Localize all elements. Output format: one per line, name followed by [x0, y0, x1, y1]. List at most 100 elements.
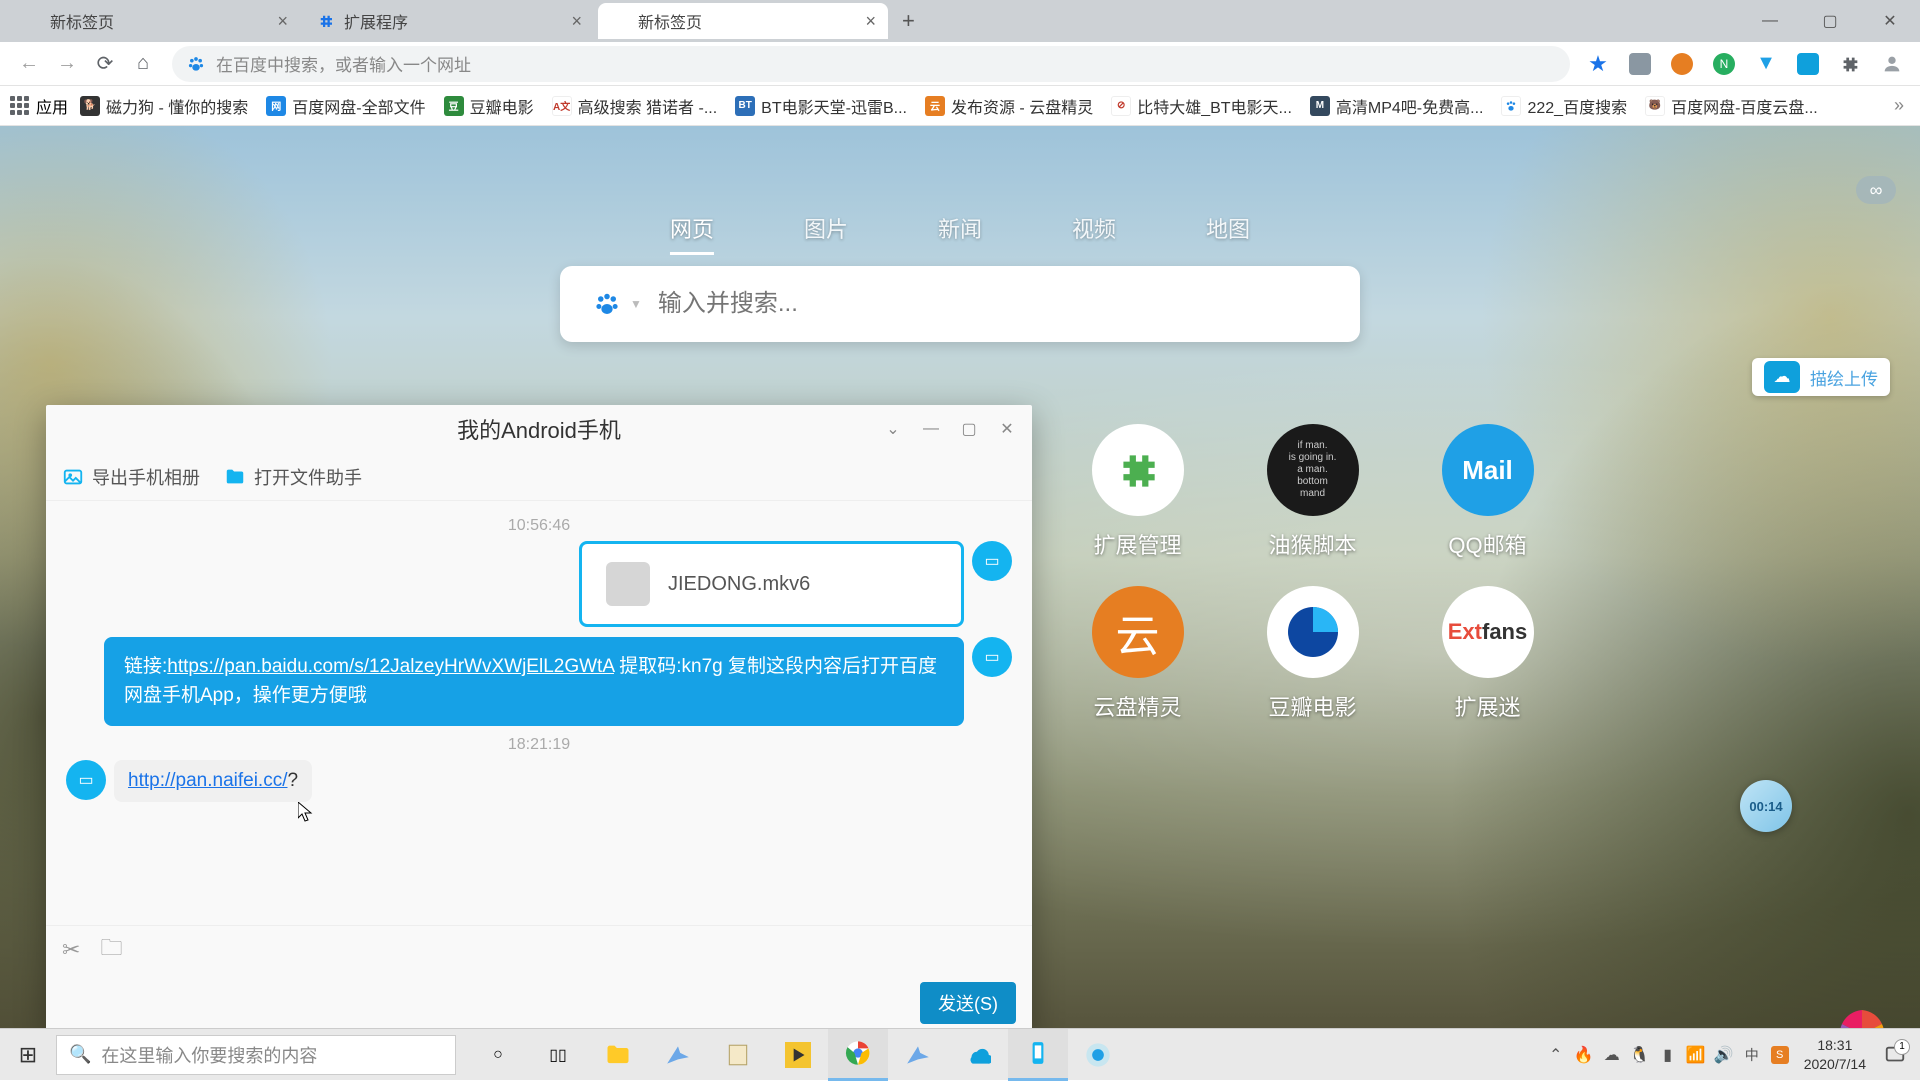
phone-window-titlebar[interactable]: 我的Android手机 ⌄ — ▢ ✕ — [46, 405, 1032, 453]
bookmark-item[interactable]: 网百度网盘-全部文件 — [266, 94, 425, 118]
shortcut-label: QQ邮箱 — [1448, 528, 1526, 560]
extension-icon-2[interactable] — [1664, 46, 1700, 82]
shortcut-extension-mgmt[interactable]: 扩展管理 — [1050, 424, 1225, 586]
recording-timer-badge[interactable]: 00:14 — [1740, 780, 1792, 832]
shortcut-tampermonkey[interactable]: if man.is going in.a man.bottommand 油猴脚本 — [1225, 424, 1400, 586]
bookmark-item[interactable]: 云发布资源 - 云盘精灵 — [925, 94, 1093, 118]
text-message-bubble[interactable]: http://pan.naifei.cc/? — [114, 760, 312, 802]
taskbar-app-phone[interactable] — [1008, 1029, 1068, 1081]
shortcut-qqmail[interactable]: Mail QQ邮箱 — [1400, 424, 1575, 586]
scissors-icon[interactable]: ✂ — [62, 937, 80, 963]
tray-clock[interactable]: 18:31 2020/7/14 — [1794, 1036, 1876, 1072]
close-button[interactable]: ✕ — [1860, 0, 1920, 42]
export-photos-button[interactable]: 导出手机相册 — [62, 464, 200, 490]
minimize-button[interactable]: — — [1740, 0, 1800, 42]
taskbar-app-notepad[interactable] — [708, 1029, 768, 1081]
search-tab-map[interactable]: 地图 — [1206, 212, 1250, 255]
taskbar-app-potplayer[interactable] — [768, 1029, 828, 1081]
taskbar-search[interactable]: 🔍 在这里输入你要搜索的内容 — [56, 1035, 456, 1075]
taskbar-app-baidupan[interactable] — [948, 1029, 1008, 1081]
shortcut-icon — [1092, 424, 1184, 516]
task-view-icon[interactable]: ▯▯ — [528, 1029, 588, 1081]
bookmark-item[interactable]: A文高级搜索 猎诺者 -... — [552, 94, 718, 118]
search-tab-images[interactable]: 图片 — [804, 212, 848, 255]
reload-button[interactable]: ⟳ — [86, 45, 124, 83]
tray-chevron-up-icon[interactable]: ⌃ — [1542, 1029, 1570, 1081]
bookmark-item[interactable]: M高清MP4吧-免费高... — [1310, 94, 1484, 118]
shortcut-yunpan[interactable]: 云 云盘精灵 — [1050, 586, 1225, 748]
browser-tab-0[interactable]: 新标签页 × — [10, 3, 300, 39]
search-tab-video[interactable]: 视频 — [1072, 212, 1116, 255]
maximize-button[interactable]: ▢ — [1800, 0, 1860, 42]
msg-link[interactable]: https://pan.baidu.com/s/12JalzeyHrWvXWjE… — [167, 656, 614, 677]
phone-window-toolbar: 导出手机相册 打开文件助手 — [46, 453, 1032, 501]
bookmark-item[interactable]: 🐻百度网盘-百度云盘... — [1645, 94, 1818, 118]
omnibox-placeholder: 在百度中搜索，或者输入一个网址 — [216, 51, 471, 76]
chevron-down-icon[interactable]: ▼ — [630, 297, 642, 311]
tray-battery-icon[interactable]: ▮ — [1654, 1029, 1682, 1081]
avatar: ▭ — [66, 760, 106, 800]
bookmark-item[interactable]: ⊘比特大雄_BT电影天... — [1111, 94, 1292, 118]
tab-close-icon[interactable]: × — [277, 11, 288, 32]
search-input[interactable] — [658, 290, 1330, 318]
home-button[interactable]: ⌂ — [124, 45, 162, 83]
bookmark-star-icon[interactable]: ★ — [1580, 46, 1616, 82]
tab-close-icon[interactable]: × — [865, 11, 876, 32]
tray-ime-icon[interactable]: 中 — [1738, 1029, 1766, 1081]
dropdown-icon[interactable]: ⌄ — [874, 410, 912, 448]
forward-button[interactable]: → — [48, 45, 86, 83]
taskbar-app-bird2[interactable] — [888, 1029, 948, 1081]
new-tab-button[interactable]: + — [892, 8, 925, 34]
file-attachment-bubble[interactable]: JIEDONG.mkv6 — [579, 541, 964, 627]
tray-wifi-icon[interactable]: 📶 — [1682, 1029, 1710, 1081]
profile-avatar-icon[interactable] — [1874, 46, 1910, 82]
open-file-helper-button[interactable]: 打开文件助手 — [224, 464, 362, 490]
apps-button[interactable]: 应用 — [10, 94, 68, 118]
search-engine-icon[interactable] — [590, 287, 624, 321]
bookmark-item[interactable]: 222_百度搜索 — [1501, 94, 1627, 118]
text-message-bubble[interactable]: 链接:https://pan.baidu.com/s/12JalzeyHrWvX… — [104, 637, 964, 726]
shortcut-douban-movie[interactable]: 豆瓣电影 — [1225, 586, 1400, 748]
shortcut-extfans[interactable]: Extfans 扩展迷 — [1400, 586, 1575, 748]
search-box[interactable]: ▼ — [560, 266, 1360, 342]
minimize-phone-button[interactable]: — — [912, 410, 950, 448]
extensions-menu-icon[interactable] — [1832, 46, 1868, 82]
taskbar-apps: ○ ▯▯ — [468, 1029, 1128, 1081]
system-tray: ⌃ 🔥 ☁ 🐧 ▮ 📶 🔊 中 S 18:31 2020/7/14 1 — [1542, 1029, 1920, 1081]
extension-icon-1[interactable] — [1622, 46, 1658, 82]
extension-icon-4[interactable]: ▼ — [1748, 46, 1784, 82]
send-button[interactable]: 发送(S) — [920, 982, 1016, 1024]
upload-sketch-badge[interactable]: ☁ 描绘上传 — [1752, 358, 1890, 396]
back-button[interactable]: ← — [10, 45, 48, 83]
tray-sogou-icon[interactable]: S — [1766, 1029, 1794, 1081]
bookmark-item[interactable]: 豆豆瓣电影 — [444, 94, 534, 118]
cortana-icon[interactable]: ○ — [468, 1029, 528, 1081]
bookmark-item[interactable]: BTBT电影天堂-迅雷B... — [735, 94, 907, 118]
tab-close-icon[interactable]: × — [571, 11, 582, 32]
tray-volume-icon[interactable]: 🔊 — [1710, 1029, 1738, 1081]
maximize-phone-button[interactable]: ▢ — [950, 410, 988, 448]
folder-open-icon[interactable]: 🗀 — [100, 931, 122, 969]
extension-icon-3[interactable]: N — [1706, 46, 1742, 82]
bookmark-overflow[interactable]: » — [1888, 95, 1910, 116]
tray-app-icon[interactable]: 🔥 — [1570, 1029, 1598, 1081]
file-explorer-icon[interactable] — [588, 1029, 648, 1081]
bookmark-item[interactable]: 🐕磁力狗 - 懂你的搜索 — [80, 94, 248, 118]
notification-center-icon[interactable]: 1 — [1876, 1029, 1914, 1081]
taskbar-app-browser[interactable] — [1068, 1029, 1128, 1081]
tray-qq-icon[interactable]: 🐧 — [1626, 1029, 1654, 1081]
bookmark-label: BT电影天堂-迅雷B... — [761, 94, 907, 118]
taskbar-app-chrome[interactable] — [828, 1029, 888, 1081]
browser-tab-2[interactable]: 新标签页 × — [598, 3, 888, 39]
omnibox[interactable]: 在百度中搜索，或者输入一个网址 — [172, 46, 1570, 82]
search-tab-web[interactable]: 网页 — [670, 212, 714, 255]
start-button[interactable]: ⊞ — [0, 1029, 56, 1081]
msg-link[interactable]: http://pan.naifei.cc/ — [128, 770, 288, 791]
infinity-badge[interactable]: ∞ — [1856, 176, 1896, 204]
close-phone-button[interactable]: ✕ — [988, 410, 1026, 448]
taskbar-app-bird[interactable] — [648, 1029, 708, 1081]
search-tab-news[interactable]: 新闻 — [938, 212, 982, 255]
tray-onedrive-icon[interactable]: ☁ — [1598, 1029, 1626, 1081]
extension-icon-5[interactable] — [1790, 46, 1826, 82]
browser-tab-1[interactable]: 扩展程序 × — [304, 3, 594, 39]
